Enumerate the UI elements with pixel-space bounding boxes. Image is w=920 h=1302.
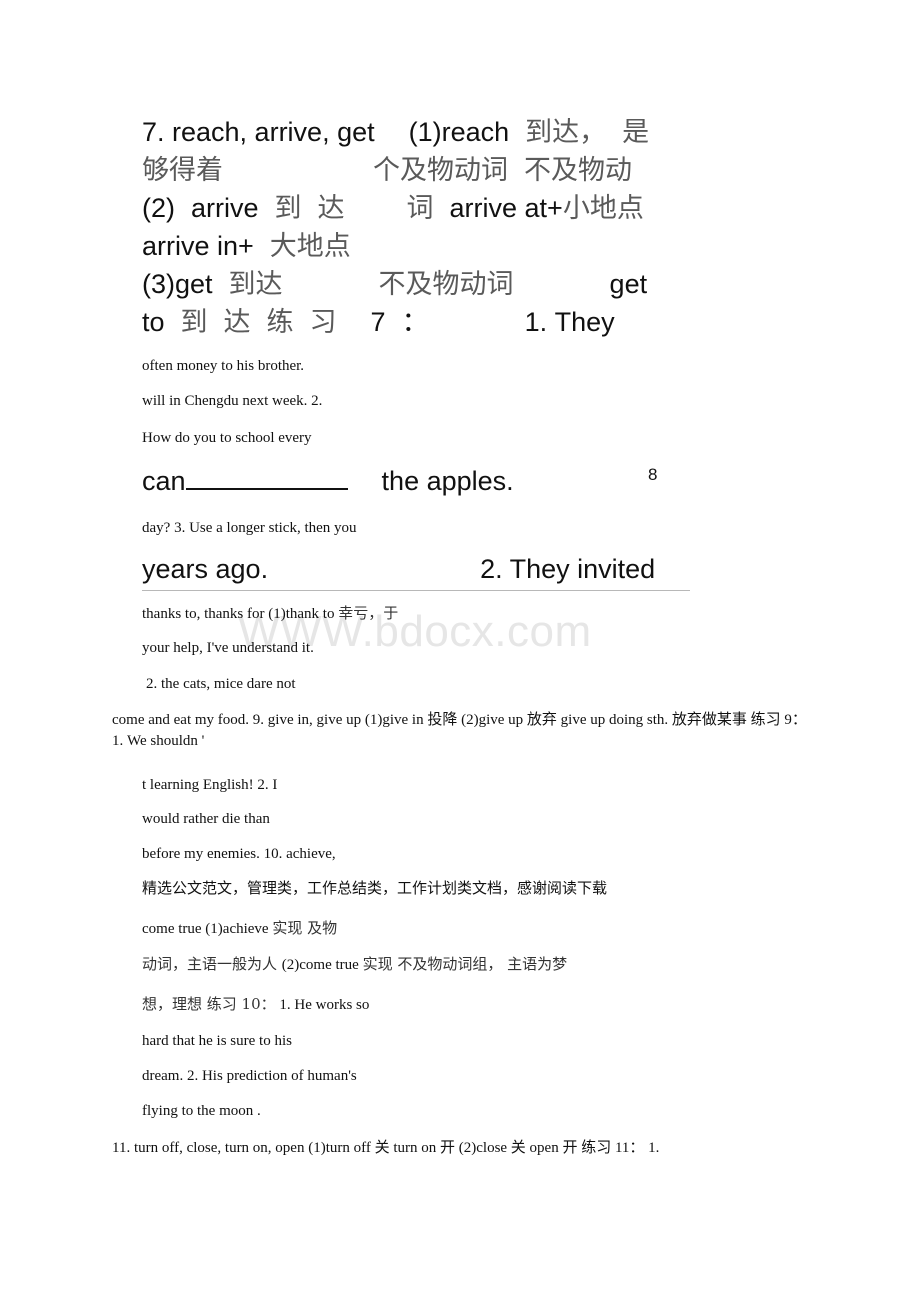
big-line2-seg-a: 够得着 xyxy=(142,155,223,186)
small-line13-seg-c: 实现 xyxy=(362,955,393,973)
big-text-line-1: 7. reach, arrive, get (1)reach 到达， 是 xyxy=(142,113,702,152)
big-line6-seg-e: 习 xyxy=(309,307,337,338)
fill-in-prefix: can xyxy=(142,466,186,496)
small-text-line-12: come true (1)achieve 实现 及物 xyxy=(142,918,337,939)
small-text-line-16: dream. 2. His prediction of human's xyxy=(142,1068,357,1084)
big-line2-seg-b: 个及物动词 xyxy=(373,155,508,186)
small-line5-seg-a: thanks to, thanks for (1)thank to xyxy=(142,606,339,622)
big-line6-seg-f: 7 xyxy=(370,307,386,337)
small-line14-seg-b: 1. He works so xyxy=(275,997,370,1013)
small-line13-seg-b: (2)come true xyxy=(281,957,363,973)
big-line1-seg-d: 是 xyxy=(622,117,650,148)
small-text-line-14: 想，理想 练习 10： 1. He works so xyxy=(142,994,369,1015)
small-text-line-2: will in Chengdu next week. 2. xyxy=(142,393,323,409)
big-line1-seg-c: 到达， xyxy=(525,117,607,148)
section-divider-rule xyxy=(142,590,690,591)
small-line13-seg-d: 不及物动词组， 主语为梦 xyxy=(392,955,568,973)
big-line6-seg-g: ： xyxy=(401,307,429,337)
big-line4-seg-a: arrive in+ xyxy=(142,231,254,261)
big-line3-seg-d: 达 xyxy=(317,193,345,224)
fill-in-suffix: the apples. xyxy=(381,466,514,496)
big-line5-seg-c: 不及物动词 xyxy=(378,269,514,300)
big-line5-seg-a: (3)get xyxy=(142,269,213,299)
big-line7-seg-b: 2. They invited xyxy=(480,554,656,584)
big-line1-seg-a: 7. reach, arrive, get xyxy=(142,117,375,147)
big-line1-seg-b: (1)reach xyxy=(408,117,510,147)
big-line6-seg-a: to xyxy=(142,307,165,337)
big-text-line-6: to 到达练习 7 ： 1. They xyxy=(142,303,702,342)
small-text-line-7: 2. the cats, mice dare not xyxy=(146,676,296,692)
big-line5-seg-d: get xyxy=(609,269,648,299)
big-line3-seg-g: 小地点 xyxy=(562,193,644,224)
big-line6-seg-d: 练 xyxy=(266,307,294,338)
big-text-line-4: arrive in+ 大地点 xyxy=(142,227,702,266)
big-line3-seg-e: 词 xyxy=(406,193,434,224)
document-page: WWW.bdocx.com 7. reach, arrive, get (1)re… xyxy=(0,0,920,1302)
big-line7-seg-a: years ago. xyxy=(142,554,269,584)
big-text-line-2: 够得着 个及物动词 不及物动 xyxy=(142,151,702,190)
big-line3-seg-f: arrive at+ xyxy=(449,193,563,223)
big-line5-seg-b: 到达 xyxy=(228,269,283,300)
big-text-line-3: (2) arrive 到达 词 arrive at+小地点 xyxy=(142,189,702,228)
small-text-line-9: would rather die than xyxy=(142,811,270,827)
small-text-line-13: 动词，主语一般为人 (2)come true 实现 不及物动词组， 主语为梦 xyxy=(142,954,567,975)
small-text-line-10: before my enemies. 10. achieve, xyxy=(142,846,336,862)
big-line2-seg-c: 不及物动 xyxy=(524,155,632,186)
small-text-line-3: How do you to school every xyxy=(142,430,312,446)
big-line3-seg-a: (2) xyxy=(142,193,175,223)
big-line6-seg-h: 1. They xyxy=(524,307,615,337)
big-text-line-7: years ago. 2. They invited xyxy=(142,550,702,588)
small-text-line-6: your help, I've understand it. xyxy=(142,640,314,656)
paragraph-turn-off-open: 11. turn off, close, turn on, open (1)tu… xyxy=(112,1140,660,1156)
small-line12-seg-a: come true (1)achieve xyxy=(142,921,273,937)
big-line6-seg-b: 到 xyxy=(180,307,208,338)
small-text-line-4: day? 3. Use a longer stick, then you xyxy=(142,520,357,536)
small-line14-seg-a: 想，理想 练习 10： xyxy=(142,995,276,1013)
small-text-line-5: thanks to, thanks for (1)thank to 幸亏，于 xyxy=(142,603,398,624)
small-text-line-15: hard that he is sure to his xyxy=(142,1033,292,1049)
big-text-line-5: (3)get 到达 不及物动词 get xyxy=(142,265,702,304)
small-line12-seg-c: 及物 xyxy=(302,919,338,937)
small-line12-seg-b: 实现 xyxy=(272,919,303,937)
stray-page-digit: 8 xyxy=(648,465,658,484)
big-text-fill-in-line: can the apples. xyxy=(142,462,702,500)
small-line5-seg-b: 幸亏 xyxy=(338,604,369,622)
small-line5-seg-d: 于 xyxy=(383,604,399,622)
footer-notice-line: 精选公文范文，管理类，工作总结类，工作计划类文档，感谢阅读下载 xyxy=(142,881,608,897)
small-line13-seg-a: 动词，主语一般为人 xyxy=(142,955,282,973)
paragraph-give-in-give-up: come and eat my food. 9. give in, give u… xyxy=(112,712,807,749)
small-text-line-1: often money to his brother. xyxy=(142,358,305,374)
big-line3-seg-b: arrive xyxy=(191,193,259,223)
big-line4-seg-b: 大地点 xyxy=(269,231,351,262)
small-text-line-8: t learning English! 2. I xyxy=(142,777,278,793)
small-line5-seg-c: ， xyxy=(368,604,384,622)
answer-blank[interactable] xyxy=(185,469,348,490)
big-line3-seg-c: 到 xyxy=(274,193,302,224)
small-text-line-17: flying to the moon . xyxy=(142,1103,261,1119)
big-line6-seg-c: 达 xyxy=(223,307,251,338)
